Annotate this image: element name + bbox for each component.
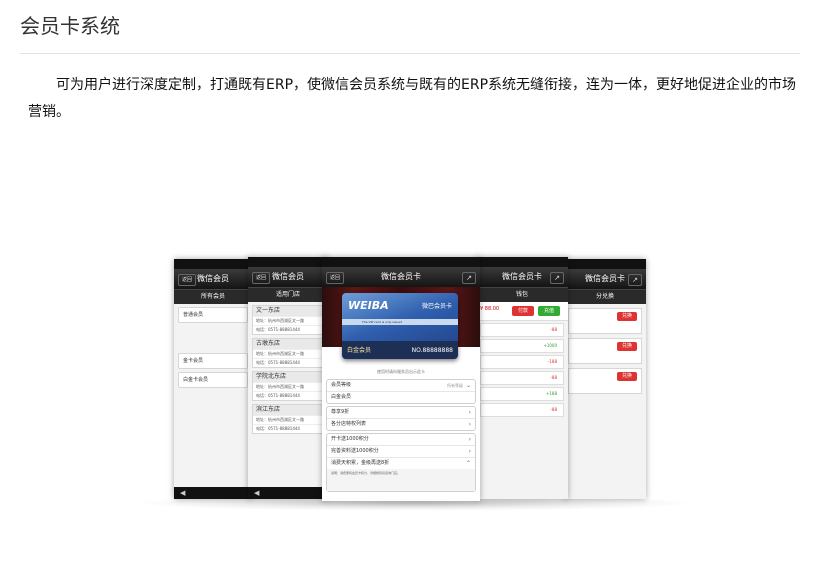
- sub-title: 所有会员: [174, 289, 252, 304]
- chevron-down-icon: ⌄: [465, 382, 471, 389]
- privilege-item[interactable]: 尊享9折 ›: [327, 407, 475, 418]
- sub-title: 适用门店: [248, 287, 328, 302]
- intro-paragraph: 可为用户进行深度定制，打通既有ERP，使微信会员系统与既有的ERP系统无缝衔接，…: [28, 77, 797, 120]
- store-item[interactable]: 滨江东店 地址：杭州市西湖区文一路 电话：0571-88881444: [252, 404, 324, 434]
- title-divider: [20, 53, 800, 54]
- status-bar: [248, 257, 328, 267]
- chevron-right-icon: ›: [468, 448, 471, 455]
- share-icon[interactable]: ↗: [628, 274, 642, 286]
- back-arrow-icon[interactable]: ◀: [174, 487, 252, 499]
- member-card[interactable]: WEIBA 微巴会员卡 The VIP card is only issued …: [342, 293, 458, 359]
- points-item[interactable]: 开卡送1000积分 ›: [327, 434, 475, 445]
- level-row[interactable]: 会员等级 所有等级 ⌄: [327, 380, 475, 391]
- chevron-right-icon: ›: [468, 421, 471, 428]
- list-item[interactable]: 白金卡会员: [178, 372, 248, 388]
- chevron-right-icon: ›: [468, 409, 471, 416]
- back-button[interactable]: 返回: [252, 272, 271, 284]
- exchange-button[interactable]: 兑换: [617, 312, 637, 321]
- share-icon[interactable]: ↗: [462, 272, 476, 284]
- card-level: 白金会员: [347, 347, 372, 354]
- gift-item: 兑换: [568, 338, 642, 364]
- share-icon[interactable]: ↗: [550, 272, 564, 284]
- pay-button[interactable]: 付款: [512, 306, 534, 316]
- title-bar: 返回 微信会员: [174, 269, 252, 289]
- points-item[interactable]: 消费天积累，金级再送8折 ⌃: [327, 457, 475, 469]
- phone-members-list: 返回 微信会员 所有会员 普通会员 金卡会员 白金卡会员 ◀: [174, 259, 252, 499]
- screen-title: 微信会员卡: [585, 274, 625, 283]
- exchange-button[interactable]: 兑换: [617, 372, 637, 381]
- wallet-balance: ¥ 88.00: [480, 306, 500, 312]
- back-button[interactable]: 返回: [178, 274, 197, 286]
- card-logo: WEIBA: [348, 299, 389, 312]
- chevron-up-icon: ⌃: [465, 460, 471, 467]
- gift-item: 兑换: [568, 308, 642, 334]
- list-item[interactable]: 金卡会员: [178, 353, 248, 369]
- screen-title: 微信会员卡: [381, 272, 421, 281]
- wallet-bar: ¥ 88.00 付款 充值: [476, 302, 568, 321]
- phone-points-exchange: 微信会员卡 ↗ 分兑换 兑换 兑换 兑换: [564, 259, 646, 499]
- card-stripe: The VIP card is only issued: [342, 319, 458, 325]
- points-item[interactable]: 完善资料送1000积分 ›: [327, 445, 475, 457]
- exchange-button[interactable]: 兑换: [617, 342, 637, 351]
- privilege-group: 尊享9折 › 各分店特权列表 ›: [326, 406, 476, 431]
- transaction-row: +1000: [480, 339, 564, 353]
- store-item[interactable]: 学院北东店 地址：杭州市西湖区文一路 电话：0571-88881444: [252, 371, 324, 401]
- list-item[interactable]: 普通会员: [178, 307, 248, 323]
- transaction-row: -88: [480, 403, 564, 417]
- card-name: 微巴会员卡: [421, 303, 452, 310]
- transaction-row: +188: [480, 387, 564, 401]
- level-group: 会员等级 所有等级 ⌄ 白金会员: [326, 379, 476, 404]
- page-title: 会员卡系统: [20, 14, 120, 38]
- card-number: NO.88888888: [411, 347, 453, 354]
- card-stage: WEIBA 微巴会员卡 The VIP card is only issued …: [322, 287, 480, 359]
- transaction-row: -188: [480, 355, 564, 369]
- card-hint: 使用时请向服务员出示此卡: [377, 369, 425, 374]
- points-detail: 说明：消费累积会员卡积分，详细规则请咨询门店。: [327, 469, 475, 491]
- sub-title: 分兑换: [564, 289, 646, 304]
- title-bar: 微信会员卡 ↗: [476, 267, 568, 287]
- privilege-item[interactable]: 各分店特权列表 ›: [327, 418, 475, 430]
- status-bar: [564, 259, 646, 269]
- level-item[interactable]: 白金会员: [327, 391, 475, 403]
- title-bar: 返回 微信会员: [248, 267, 328, 287]
- title-bar: 返回 微信会员卡 ↗: [322, 267, 480, 287]
- back-button[interactable]: 返回: [326, 272, 345, 284]
- gift-item: 兑换: [568, 368, 642, 394]
- screen-title: 微信会员: [197, 274, 229, 283]
- screen-title: 微信会员: [272, 272, 304, 281]
- status-bar: [322, 257, 480, 267]
- phone-stores-list: 返回 微信会员 适用门店 文一东店 地址：杭州市西湖区文一路 电话：0571-8…: [248, 257, 328, 499]
- phone-screens-collage: 返回 微信会员 所有会员 普通会员 金卡会员 白金卡会员 ◀ 返回 微信会员 适…: [172, 257, 648, 501]
- phone-member-card: 返回 微信会员卡 ↗ WEIBA 微巴会员卡 The VIP card is o…: [322, 257, 480, 501]
- sub-title: 钱包: [476, 287, 568, 302]
- chevron-right-icon: ›: [468, 436, 471, 443]
- recharge-button[interactable]: 充值: [538, 306, 560, 316]
- status-bar: [174, 259, 252, 269]
- back-arrow-icon[interactable]: ◀: [248, 487, 328, 499]
- transaction-row: -88: [480, 371, 564, 385]
- screen-title: 微信会员卡: [502, 272, 542, 281]
- title-bar: 微信会员卡 ↗: [564, 269, 646, 289]
- phone-wallet: 微信会员卡 ↗ 钱包 ¥ 88.00 付款 充值 -88 +1000 -188 …: [476, 257, 568, 499]
- transaction-row: -88: [480, 323, 564, 337]
- status-bar: [476, 257, 568, 267]
- points-group: 开卡送1000积分 › 完善资料送1000积分 › 消费天积累，金级再送8折 ⌃…: [326, 433, 476, 492]
- store-item[interactable]: 文一东店 地址：杭州市西湖区文一路 电话：0571-88881444: [252, 305, 324, 335]
- store-item[interactable]: 古墩东店 地址：杭州市西湖区文一路 电话：0571-88881444: [252, 338, 324, 368]
